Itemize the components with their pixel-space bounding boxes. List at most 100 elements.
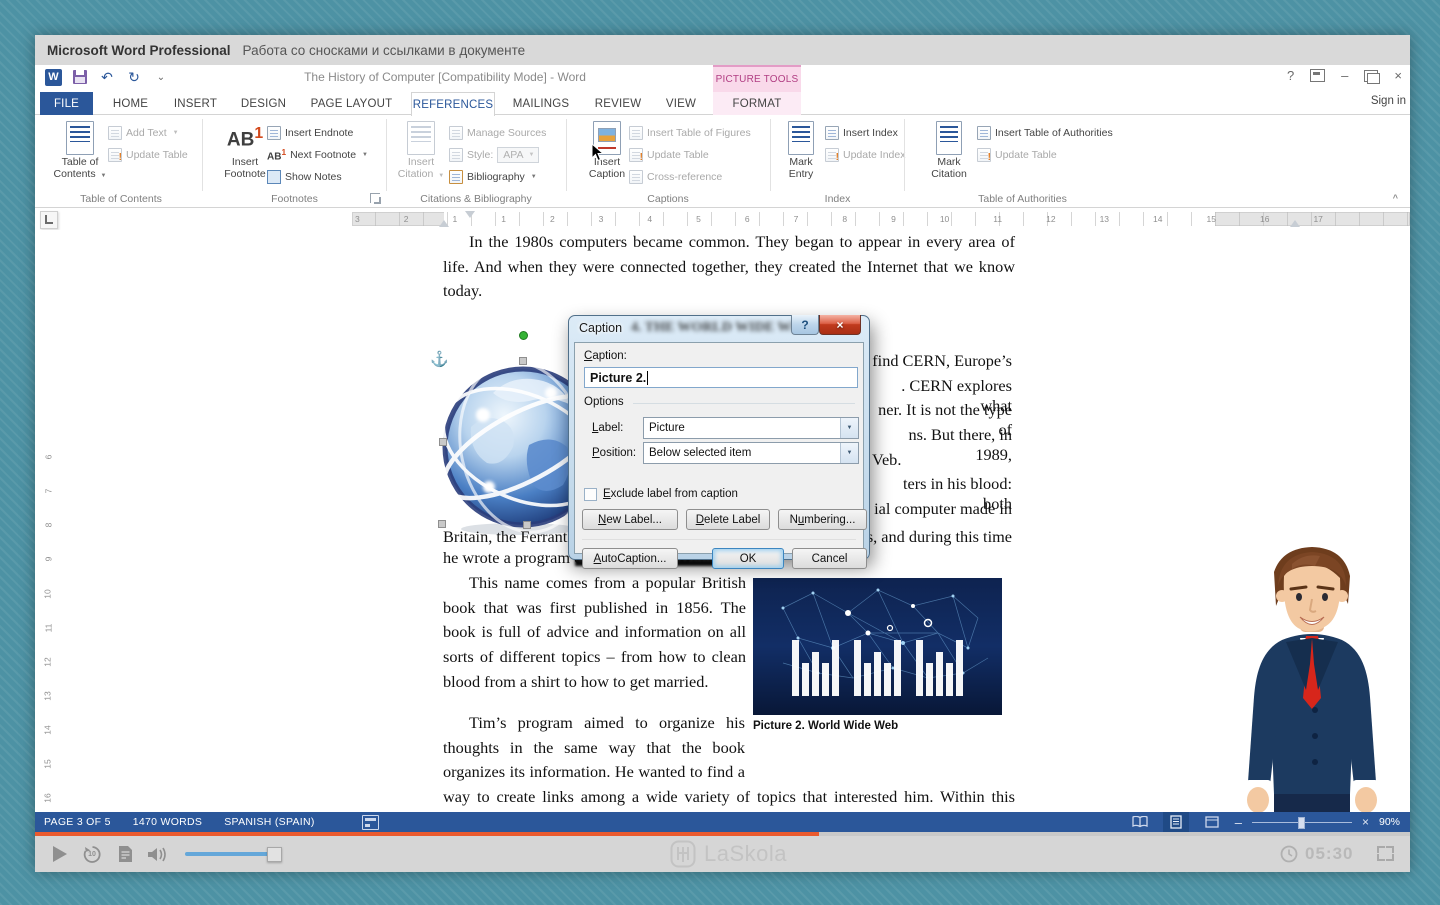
cross-reference-button[interactable]: Cross-reference bbox=[629, 167, 722, 187]
update-table-icon bbox=[629, 148, 643, 162]
ruler-numbers: 3211234567891011121314151617 bbox=[355, 212, 1323, 226]
sign-in-link[interactable]: Sign in bbox=[1371, 95, 1406, 107]
label-dropdown[interactable]: Picture▼ bbox=[643, 417, 859, 439]
tab-design[interactable]: DESIGN bbox=[235, 92, 292, 115]
chevron-down-icon[interactable]: ▼ bbox=[840, 443, 858, 463]
resize-handle[interactable] bbox=[439, 438, 447, 446]
update-table-button[interactable]: Update Table bbox=[108, 145, 188, 165]
customize-qat-button[interactable]: ⌄ bbox=[152, 68, 170, 86]
update-table-button[interactable]: Update Table bbox=[629, 145, 709, 165]
insert-endnote-button[interactable]: Insert Endnote bbox=[267, 123, 353, 143]
position-dropdown[interactable]: Below selected item▼ bbox=[643, 442, 859, 464]
word-logo-icon[interactable]: W bbox=[45, 69, 62, 86]
table-of-contents-button[interactable]: Table ofContents ▼ bbox=[52, 120, 108, 182]
ribbon-display-options-button[interactable] bbox=[1310, 69, 1325, 82]
play-icon bbox=[52, 845, 68, 863]
rotate-handle[interactable] bbox=[519, 331, 528, 340]
chevron-down-icon: ▼ bbox=[362, 152, 368, 158]
fullscreen-button[interactable] bbox=[1377, 846, 1394, 861]
insert-citation-button[interactable]: InsertCitation ▼ bbox=[393, 120, 449, 182]
insert-table-of-authorities-button[interactable]: Insert Table of Authorities bbox=[977, 123, 1113, 143]
insert-table-of-figures-button[interactable]: Insert Table of Figures bbox=[629, 123, 751, 143]
tab-review[interactable]: REVIEW bbox=[588, 92, 648, 115]
first-line-indent-marker[interactable] bbox=[465, 211, 475, 218]
tab-mailings[interactable]: MAILINGS bbox=[506, 92, 576, 115]
cancel-button[interactable]: Cancel bbox=[792, 548, 867, 569]
manage-sources-button[interactable]: Manage Sources bbox=[449, 123, 546, 143]
insert-footnote-button[interactable]: AB1 InsertFootnote bbox=[217, 120, 273, 180]
update-index-button[interactable]: Update Index bbox=[825, 145, 905, 165]
left-indent-marker[interactable] bbox=[439, 220, 449, 227]
volume-button[interactable] bbox=[145, 836, 171, 872]
tab-home[interactable]: HOME bbox=[104, 92, 157, 115]
numbering-button[interactable]: Numbering... bbox=[778, 509, 867, 530]
add-text-icon bbox=[108, 126, 122, 140]
collapse-ribbon-button[interactable]: ^ bbox=[1393, 193, 1398, 203]
volume-slider[interactable] bbox=[185, 852, 281, 856]
language-indicator[interactable]: SPANISH (SPAIN) bbox=[224, 816, 314, 828]
redo-button[interactable]: ↻ bbox=[125, 68, 143, 86]
close-button[interactable]: × bbox=[1394, 68, 1402, 83]
caption-input[interactable]: Picture 2. bbox=[584, 367, 858, 388]
zoom-slider[interactable] bbox=[1252, 812, 1352, 832]
proofing-icon[interactable] bbox=[362, 815, 379, 830]
exclude-label-text: Exclude label from caption bbox=[603, 488, 738, 500]
minimize-button[interactable]: – bbox=[1341, 68, 1348, 83]
tab-insert[interactable]: INSERT bbox=[168, 92, 223, 115]
delete-label-button[interactable]: Delete Label bbox=[686, 509, 770, 530]
document-page[interactable]: 678910111213141516171819202122 In the 19… bbox=[35, 230, 1410, 812]
mark-citation-button[interactable]: MarkCitation bbox=[921, 120, 977, 180]
add-text-button[interactable]: Add Text▼ bbox=[108, 123, 179, 143]
resize-handle[interactable] bbox=[438, 520, 446, 528]
resize-handle[interactable] bbox=[519, 357, 527, 365]
dialog-help-button[interactable]: ? bbox=[791, 315, 819, 335]
mark-entry-button[interactable]: MarkEntry bbox=[773, 120, 829, 180]
update-table-button[interactable]: Update Table bbox=[977, 145, 1057, 165]
brand-name: LaSkola bbox=[704, 841, 787, 867]
page-indicator[interactable]: PAGE 3 OF 5 bbox=[44, 816, 111, 828]
zoom-level[interactable]: 90% bbox=[1379, 816, 1400, 828]
horizontal-ruler[interactable]: 3211234567891011121314151617 bbox=[35, 208, 1410, 230]
exclude-label-checkbox[interactable] bbox=[584, 488, 597, 501]
tab-file[interactable]: FILE bbox=[40, 92, 93, 115]
zoom-out-button[interactable]: – bbox=[1235, 815, 1242, 830]
print-layout-button[interactable] bbox=[1163, 812, 1189, 832]
right-indent-marker[interactable] bbox=[1290, 220, 1300, 227]
zoom-slider-thumb[interactable] bbox=[1298, 817, 1305, 829]
insert-index-icon bbox=[825, 126, 839, 140]
tab-format[interactable]: FORMAT bbox=[713, 92, 801, 115]
word-count[interactable]: 1470 WORDS bbox=[133, 816, 203, 828]
dialog-close-button[interactable]: × bbox=[819, 315, 861, 335]
web-layout-button[interactable] bbox=[1199, 812, 1225, 832]
lesson-title: Работа со сносками и ссылками в документ… bbox=[243, 43, 526, 58]
style-dropdown[interactable]: Style: APA▼ bbox=[449, 145, 539, 165]
autocaption-button[interactable]: AutoCaption... bbox=[582, 548, 678, 569]
tab-stop-selector[interactable] bbox=[40, 211, 58, 229]
chevron-down-icon[interactable]: ▼ bbox=[840, 418, 858, 438]
show-notes-button[interactable]: Show Notes bbox=[267, 167, 342, 187]
next-footnote-button[interactable]: AB1Next Footnote▼ bbox=[267, 145, 368, 165]
tab-references[interactable]: REFERENCES bbox=[411, 92, 495, 116]
clock-icon bbox=[1278, 836, 1300, 872]
help-button[interactable]: ? bbox=[1287, 68, 1294, 83]
restore-button[interactable] bbox=[1364, 70, 1378, 82]
new-label-button[interactable]: New Label... bbox=[582, 509, 678, 530]
volume-slider-handle[interactable] bbox=[267, 847, 282, 862]
undo-button[interactable]: ↶ bbox=[98, 68, 116, 86]
insert-index-button[interactable]: Insert Index bbox=[825, 123, 898, 143]
bibliography-button[interactable]: Bibliography▼ bbox=[449, 167, 537, 187]
ok-button[interactable]: OK bbox=[712, 548, 784, 569]
www-picture[interactable] bbox=[753, 578, 1002, 715]
play-button[interactable] bbox=[49, 836, 71, 872]
replay-10-button[interactable]: 10 bbox=[81, 836, 103, 872]
insert-caption-button[interactable]: InsertCaption bbox=[579, 120, 635, 180]
insert-footnote-icon: AB1 bbox=[227, 125, 263, 151]
dialog-title[interactable]: Caption bbox=[579, 321, 622, 335]
tab-view[interactable]: VIEW bbox=[659, 92, 703, 115]
resize-handle[interactable] bbox=[523, 521, 531, 529]
save-button[interactable] bbox=[71, 68, 89, 86]
notes-button[interactable] bbox=[114, 836, 136, 872]
read-mode-button[interactable] bbox=[1127, 812, 1153, 832]
zoom-in-button[interactable]: × bbox=[1362, 815, 1369, 829]
tab-page-layout[interactable]: PAGE LAYOUT bbox=[303, 92, 400, 115]
